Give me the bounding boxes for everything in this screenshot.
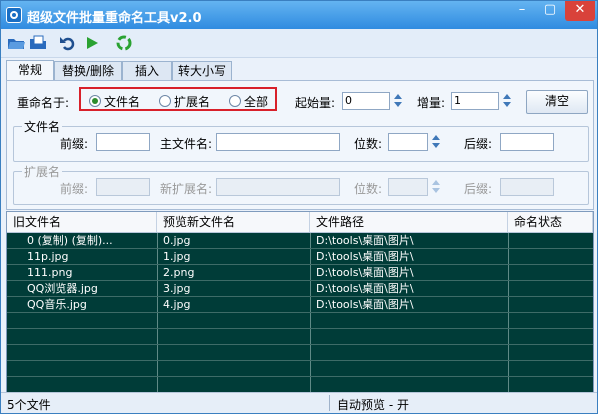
table-header: 旧文件名 预览新文件名 文件路径 命名状态 — [7, 212, 593, 233]
run-icon[interactable] — [83, 35, 101, 51]
maximize-button[interactable]: ▢ — [537, 1, 563, 21]
title-bar[interactable]: 超级文件批量重命名工具v2.0 – ▢ ✕ — [1, 1, 597, 29]
tab-replace-delete[interactable]: 替换/删除 — [54, 61, 122, 80]
increment-input[interactable]: 1 — [451, 92, 499, 110]
radio-all-label: 全部 — [244, 95, 269, 109]
rename-to-label: 重命名于: — [17, 96, 70, 110]
ext-digits-spinner — [431, 178, 441, 196]
grid-line — [7, 376, 593, 377]
table-cell: 4.jpg — [163, 298, 191, 311]
grid-line — [7, 344, 593, 345]
suffix-label: 后缀: — [464, 137, 493, 151]
table-cell: QQ音乐.jpg — [27, 298, 87, 311]
rename-target-group: 文件名 扩展名 全部 — [79, 87, 277, 111]
general-panel: 重命名于: 文件名 扩展名 全部 起始量: 0 增量: 1 清空 文件名 前缀:… — [6, 80, 594, 210]
table-cell: D:\tools\桌面\图片\ — [316, 266, 414, 279]
column-path[interactable]: 文件路径 — [310, 212, 508, 232]
table-body: 0 (复制) (复制)... 0.jpg D:\tools\桌面\图片\ 11p.jp… — [7, 233, 593, 392]
clear-button[interactable]: 清空 — [526, 90, 588, 114]
filename-group: 文件名 前缀: 主文件名: 位数: 后缀: — [13, 118, 589, 162]
tab-insert[interactable]: 插入 — [122, 61, 172, 80]
start-label: 起始量: — [295, 96, 336, 110]
prefix-input[interactable] — [96, 133, 150, 151]
tab-general[interactable]: 常规 — [6, 60, 54, 81]
filename-group-title: 文件名 — [22, 118, 63, 135]
status-divider — [329, 395, 330, 411]
ext-prefix-input — [96, 178, 150, 196]
column-old-name[interactable]: 旧文件名 — [7, 212, 157, 232]
table-row[interactable]: 11p.jpg 1.jpg D:\tools\桌面\图片\ — [7, 249, 593, 265]
ext-digits-label: 位数: — [354, 182, 383, 196]
prefix-label: 前缀: — [60, 137, 89, 151]
radio-dot — [159, 95, 171, 107]
table-row[interactable]: 111.png 2.png D:\tools\桌面\图片\ — [7, 265, 593, 281]
status-bar: 5个文件 自动预览 - 开 — [1, 392, 597, 413]
table-cell: D:\tools\桌面\图片\ — [316, 250, 414, 263]
table-cell: 1.jpg — [163, 250, 191, 263]
grid-line — [7, 360, 593, 361]
ext-prefix-label: 前缀: — [60, 182, 89, 196]
open-folder-icon[interactable] — [7, 35, 25, 51]
increment-label: 增量: — [417, 96, 446, 110]
table-cell: 3.jpg — [163, 282, 191, 295]
newext-input — [216, 178, 340, 196]
table-cell: 11p.jpg — [27, 250, 69, 263]
table-cell — [508, 297, 593, 313]
table-cell — [508, 265, 593, 281]
ext-suffix-input — [500, 178, 554, 196]
close-button[interactable]: ✕ — [565, 1, 595, 21]
open-file-icon[interactable] — [29, 35, 47, 51]
radio-dot — [229, 95, 241, 107]
mainname-input[interactable] — [216, 133, 340, 151]
radio-extension-label: 扩展名 — [174, 95, 211, 109]
table-row[interactable]: QQ浏览器.jpg 3.jpg D:\tools\桌面\图片\ — [7, 281, 593, 297]
file-count: 5个文件 — [7, 398, 51, 412]
digits-input[interactable] — [388, 133, 428, 151]
table-cell: 0.jpg — [163, 234, 191, 247]
tab-case-convert[interactable]: 转大小写 — [172, 61, 232, 80]
newext-label: 新扩展名: — [160, 182, 213, 196]
radio-dot-selected — [89, 95, 101, 107]
table-cell: D:\tools\桌面\图片\ — [316, 234, 414, 247]
extension-group: 扩展名 前缀: 新扩展名: 位数: 后缀: — [13, 163, 589, 205]
radio-filename[interactable]: 文件名 — [89, 93, 140, 110]
ext-digits-input — [388, 178, 428, 196]
table-row[interactable]: QQ音乐.jpg 4.jpg D:\tools\桌面\图片\ — [7, 297, 593, 313]
table-cell: 111.png — [27, 266, 73, 279]
mainname-label: 主文件名: — [160, 137, 213, 151]
table-cell — [508, 249, 593, 265]
auto-preview-status: 自动预览 - 开 — [337, 398, 409, 412]
start-spinner[interactable] — [393, 92, 403, 110]
table-cell: D:\tools\桌面\图片\ — [316, 298, 414, 311]
undo-icon[interactable] — [59, 35, 77, 51]
digits-spinner[interactable] — [431, 133, 441, 151]
file-table: 旧文件名 预览新文件名 文件路径 命名状态 0 (复制) (复制)... 0.jp… — [6, 211, 594, 393]
increment-spinner[interactable] — [502, 92, 512, 110]
column-new-name[interactable]: 预览新文件名 — [157, 212, 310, 232]
recycle-icon[interactable] — [115, 35, 133, 51]
minimize-button[interactable]: – — [509, 1, 535, 21]
table-cell — [508, 233, 593, 249]
start-input[interactable]: 0 — [342, 92, 390, 110]
table-cell: 0 (复制) (复制)... — [27, 234, 113, 247]
table-row[interactable]: 0 (复制) (复制)... 0.jpg D:\tools\桌面\图片\ — [7, 233, 593, 249]
app-icon — [6, 7, 22, 23]
window-title: 超级文件批量重命名工具v2.0 — [27, 11, 202, 26]
ext-suffix-label: 后缀: — [464, 182, 493, 196]
table-cell: QQ浏览器.jpg — [27, 282, 98, 295]
table-cell: 2.png — [163, 266, 195, 279]
radio-extension[interactable]: 扩展名 — [159, 93, 210, 110]
digits-label: 位数: — [354, 137, 383, 151]
extension-group-title: 扩展名 — [22, 163, 63, 180]
suffix-input[interactable] — [500, 133, 554, 151]
table-cell: D:\tools\桌面\图片\ — [316, 282, 414, 295]
table-cell — [508, 281, 593, 297]
toolbar — [1, 29, 597, 58]
app-window: 超级文件批量重命名工具v2.0 – ▢ ✕ 常规 替换/删除 插入 转大小写 重… — [0, 0, 598, 414]
radio-all[interactable]: 全部 — [229, 93, 268, 110]
column-status[interactable]: 命名状态 — [508, 212, 593, 232]
radio-filename-label: 文件名 — [104, 95, 141, 109]
grid-line — [7, 328, 593, 329]
